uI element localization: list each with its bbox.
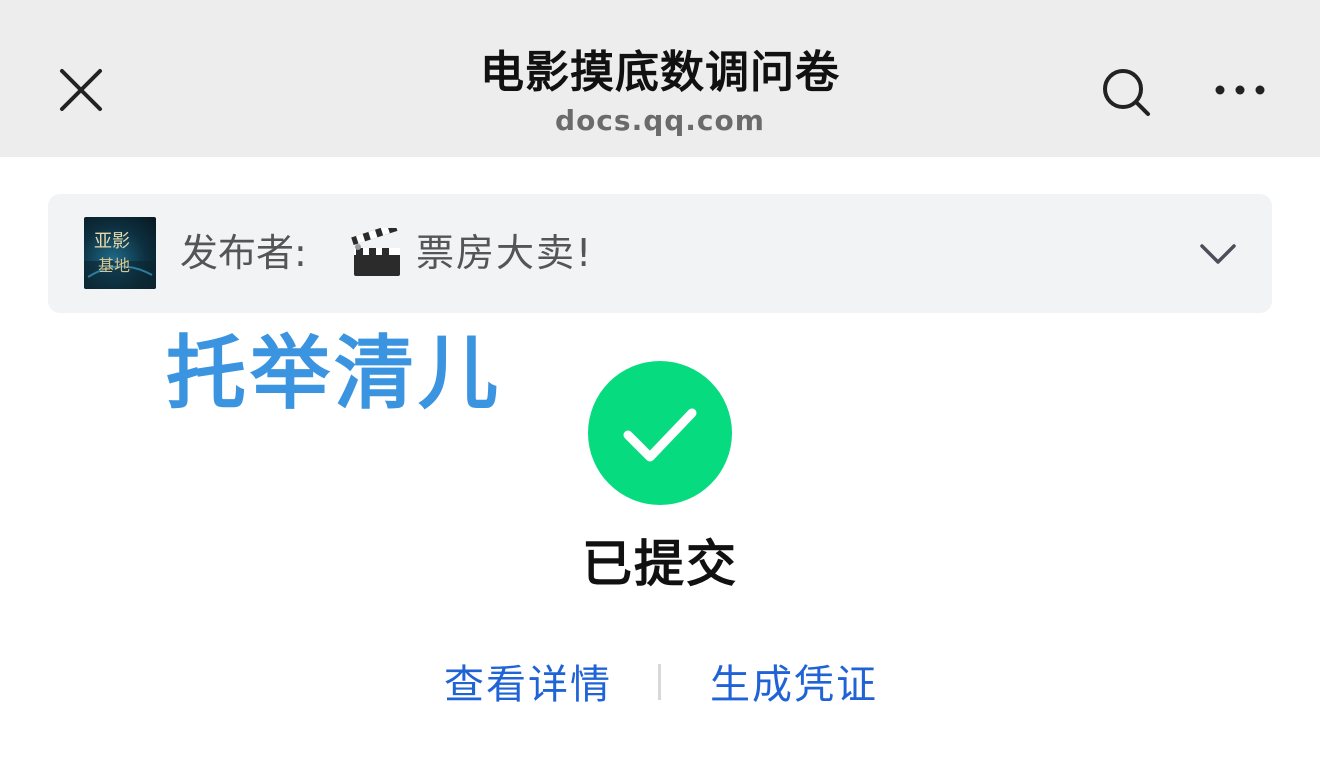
top-nav-bar: 电影摸底数调问卷 docs.qq.com [0,0,1320,157]
action-divider [658,664,661,700]
more-dots-icon [1215,85,1265,95]
clapper-board-icon [350,223,404,278]
page-title: 电影摸底数调问卷 [480,47,840,98]
check-circle-icon [623,408,697,462]
more-options-button[interactable] [1210,72,1270,108]
publisher-bar[interactable]: 亚影 基地 发布者: 票房大卖! [48,194,1272,313]
generate-certificate-link[interactable]: 生成凭证 [710,660,878,710]
page-domain: docs.qq.com [555,104,765,137]
submission-status: 已提交 [582,535,738,593]
page-title-group: 电影摸底数调问卷 docs.qq.com [360,44,960,138]
close-icon [60,69,102,111]
svg-text:亚影: 亚影 [94,231,130,252]
close-button[interactable] [52,61,110,119]
search-button[interactable] [1098,64,1154,120]
publisher-avatar: 亚影 基地 [84,217,156,289]
expand-publisher-button[interactable] [1196,234,1240,274]
chevron-down-icon [1200,244,1236,264]
publisher-name: 票房大卖! [416,231,594,275]
view-details-link[interactable]: 查看详情 [444,660,612,710]
publisher-label: 发布者: [180,231,307,275]
success-check-badge [588,361,732,505]
search-icon [1103,69,1150,116]
avatar-logo: 亚影 基地 [84,231,156,289]
watermark-text: 托举清儿 [166,327,502,420]
svg-text:基地: 基地 [98,256,130,275]
